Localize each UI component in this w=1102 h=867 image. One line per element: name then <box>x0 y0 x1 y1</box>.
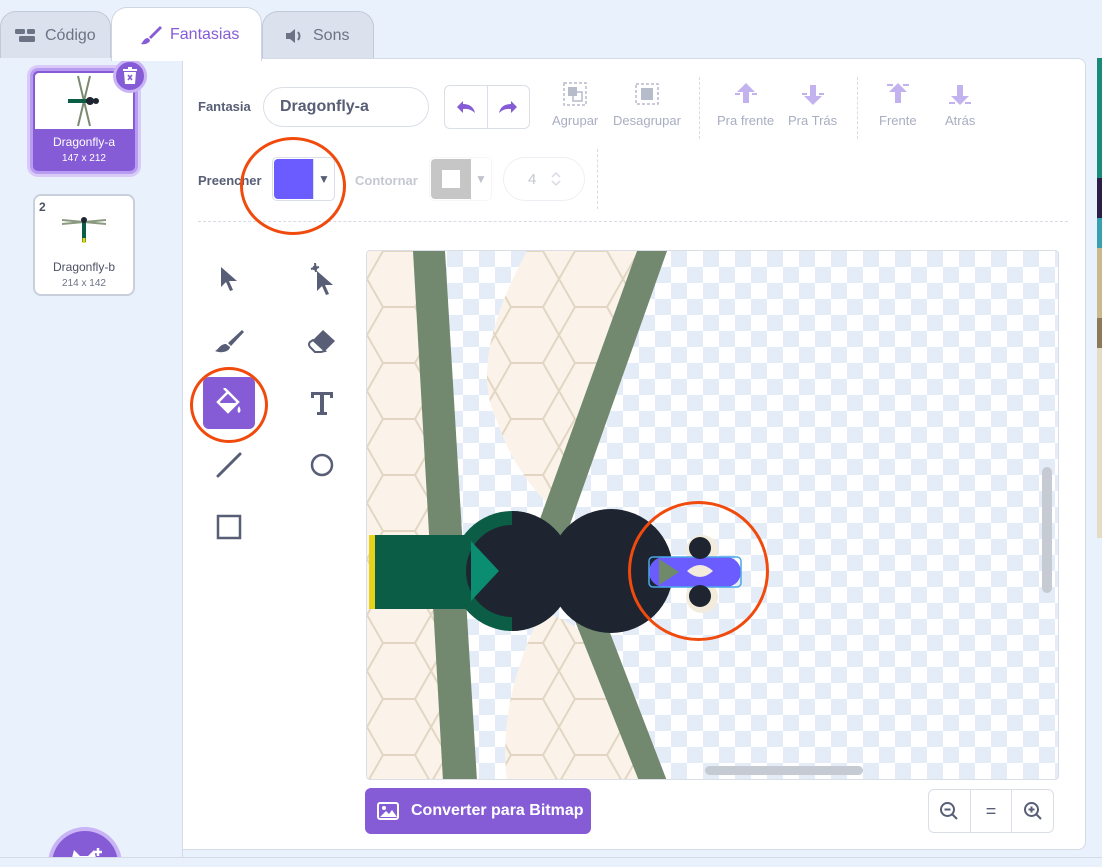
text-tool[interactable] <box>296 377 348 429</box>
paintbrush-icon <box>141 25 162 44</box>
horizontal-scrollbar[interactable] <box>705 766 863 775</box>
cursor-arrow-icon <box>221 267 237 291</box>
costume-list: 1 Dragonfly-a 147 x 212 2 Dragonfly-b 21… <box>0 58 183 867</box>
zoom-reset-button[interactable]: = <box>969 790 1012 832</box>
brush-icon <box>215 330 244 353</box>
back-label: Atrás <box>945 113 976 128</box>
speaker-icon <box>286 28 301 43</box>
outline-color-picker[interactable]: ▼ <box>429 157 492 201</box>
zoom-in-icon <box>1023 802 1042 820</box>
arrow-down-icon <box>801 85 824 105</box>
bring-front-icon <box>886 83 909 103</box>
zoom-out-icon <box>940 802 959 820</box>
backward-button[interactable]: Pra Trás <box>788 81 837 128</box>
code-blocks-icon <box>15 28 35 42</box>
costume-name-input[interactable] <box>263 87 429 127</box>
eraser-icon <box>308 330 335 353</box>
costume-size: 147 x 212 <box>62 153 106 164</box>
costume-size: 214 x 142 <box>62 278 106 289</box>
redo-icon <box>499 101 518 113</box>
toolbar-divider <box>699 77 700 139</box>
select-tool[interactable] <box>203 253 255 305</box>
costume-thumbnail <box>37 198 131 254</box>
delete-costume-button[interactable] <box>113 59 147 93</box>
zoom-in-button[interactable] <box>1011 790 1053 832</box>
zoom-out-button[interactable] <box>929 790 970 832</box>
arrow-up-icon <box>734 83 757 103</box>
undo-button[interactable] <box>445 86 488 128</box>
convert-bitmap-label: Converter para Bitmap <box>411 802 584 819</box>
front-button[interactable]: Frente <box>879 81 917 128</box>
costume-name-label: Fantasia <box>198 99 251 114</box>
costume-name: Dragonfly-a <box>52 135 116 149</box>
ungroup-button[interactable]: Desagrupar <box>613 81 681 128</box>
fill-color-picker[interactable]: ▼ <box>272 157 335 201</box>
tab-code-label: Código <box>45 26 96 44</box>
bottom-edge <box>0 857 1102 867</box>
fill-color-swatch <box>274 159 314 199</box>
toolbar-divider <box>857 77 858 139</box>
reshape-cursor-icon <box>310 263 333 295</box>
circle-tool[interactable] <box>296 439 348 491</box>
group-button[interactable]: Agrupar <box>552 81 598 128</box>
convert-to-bitmap-button[interactable]: Converter para Bitmap <box>365 788 591 834</box>
rectangle-icon <box>216 514 242 540</box>
costume-number: 2 <box>39 200 46 214</box>
eraser-tool[interactable] <box>296 315 348 367</box>
tab-code[interactable]: Código <box>0 11 111 59</box>
dropdown-arrow-icon: ▼ <box>475 172 487 186</box>
undo-redo-group <box>444 85 530 129</box>
undo-icon <box>456 101 475 113</box>
ungroup-icon <box>635 83 659 105</box>
brush-tool[interactable] <box>203 315 255 367</box>
rectangle-tool[interactable] <box>203 501 255 553</box>
zoom-reset-label: = <box>985 800 997 821</box>
fill-label: Preencher <box>198 173 262 188</box>
tab-costumes[interactable]: Fantasias <box>111 7 262 61</box>
tab-sounds-label: Sons <box>313 26 350 44</box>
costume-item-1[interactable]: 1 Dragonfly-a 147 x 212 <box>30 59 147 174</box>
fill-tool[interactable] <box>203 377 255 429</box>
text-t-icon <box>311 392 333 415</box>
vertical-scrollbar[interactable] <box>1042 467 1052 593</box>
dropdown-arrow-icon: ▼ <box>318 172 330 186</box>
toolbar-bottom-divider <box>198 221 1068 222</box>
send-back-icon <box>949 85 972 105</box>
dragonfly-artwork <box>367 251 742 779</box>
group-label: Agrupar <box>552 113 599 128</box>
line-tool[interactable] <box>203 439 255 491</box>
stroke-width-value: 4 <box>528 170 537 188</box>
costume-number: 1 <box>37 75 44 89</box>
toolbar-divider <box>597 149 598 209</box>
trash-icon <box>123 67 137 84</box>
forward-button[interactable]: Pra frente <box>717 81 774 128</box>
backward-label: Pra Trás <box>788 113 838 128</box>
costume-item-2[interactable]: 2 Dragonfly-b 214 x 142 <box>33 194 135 296</box>
forward-label: Pra frente <box>717 113 775 128</box>
image-icon <box>377 802 399 820</box>
paint-editor: Fantasia Agrupar Desagrupar Pra frente P… <box>183 58 1086 850</box>
zoom-controls: = <box>928 789 1054 833</box>
redo-button[interactable] <box>488 86 530 128</box>
costume-name: Dragonfly-b <box>52 260 116 274</box>
outline-label: Contornar <box>355 173 418 188</box>
stroke-width-input[interactable]: 4 <box>503 157 585 201</box>
line-icon <box>216 452 242 478</box>
circle-icon <box>310 453 334 477</box>
tab-sounds[interactable]: Sons <box>262 11 374 59</box>
back-button[interactable]: Atrás <box>945 81 975 128</box>
stepper-arrows-icon <box>551 171 561 187</box>
tab-costumes-label: Fantasias <box>170 25 240 43</box>
reshape-tool[interactable] <box>296 253 348 305</box>
outline-color-swatch <box>431 159 471 199</box>
ungroup-label: Desagrupar <box>613 113 681 128</box>
front-label: Frente <box>879 113 917 128</box>
paint-bucket-icon <box>216 388 241 414</box>
stage-edge <box>1097 58 1102 858</box>
group-icon <box>563 82 587 106</box>
drawing-canvas[interactable] <box>366 250 1059 780</box>
